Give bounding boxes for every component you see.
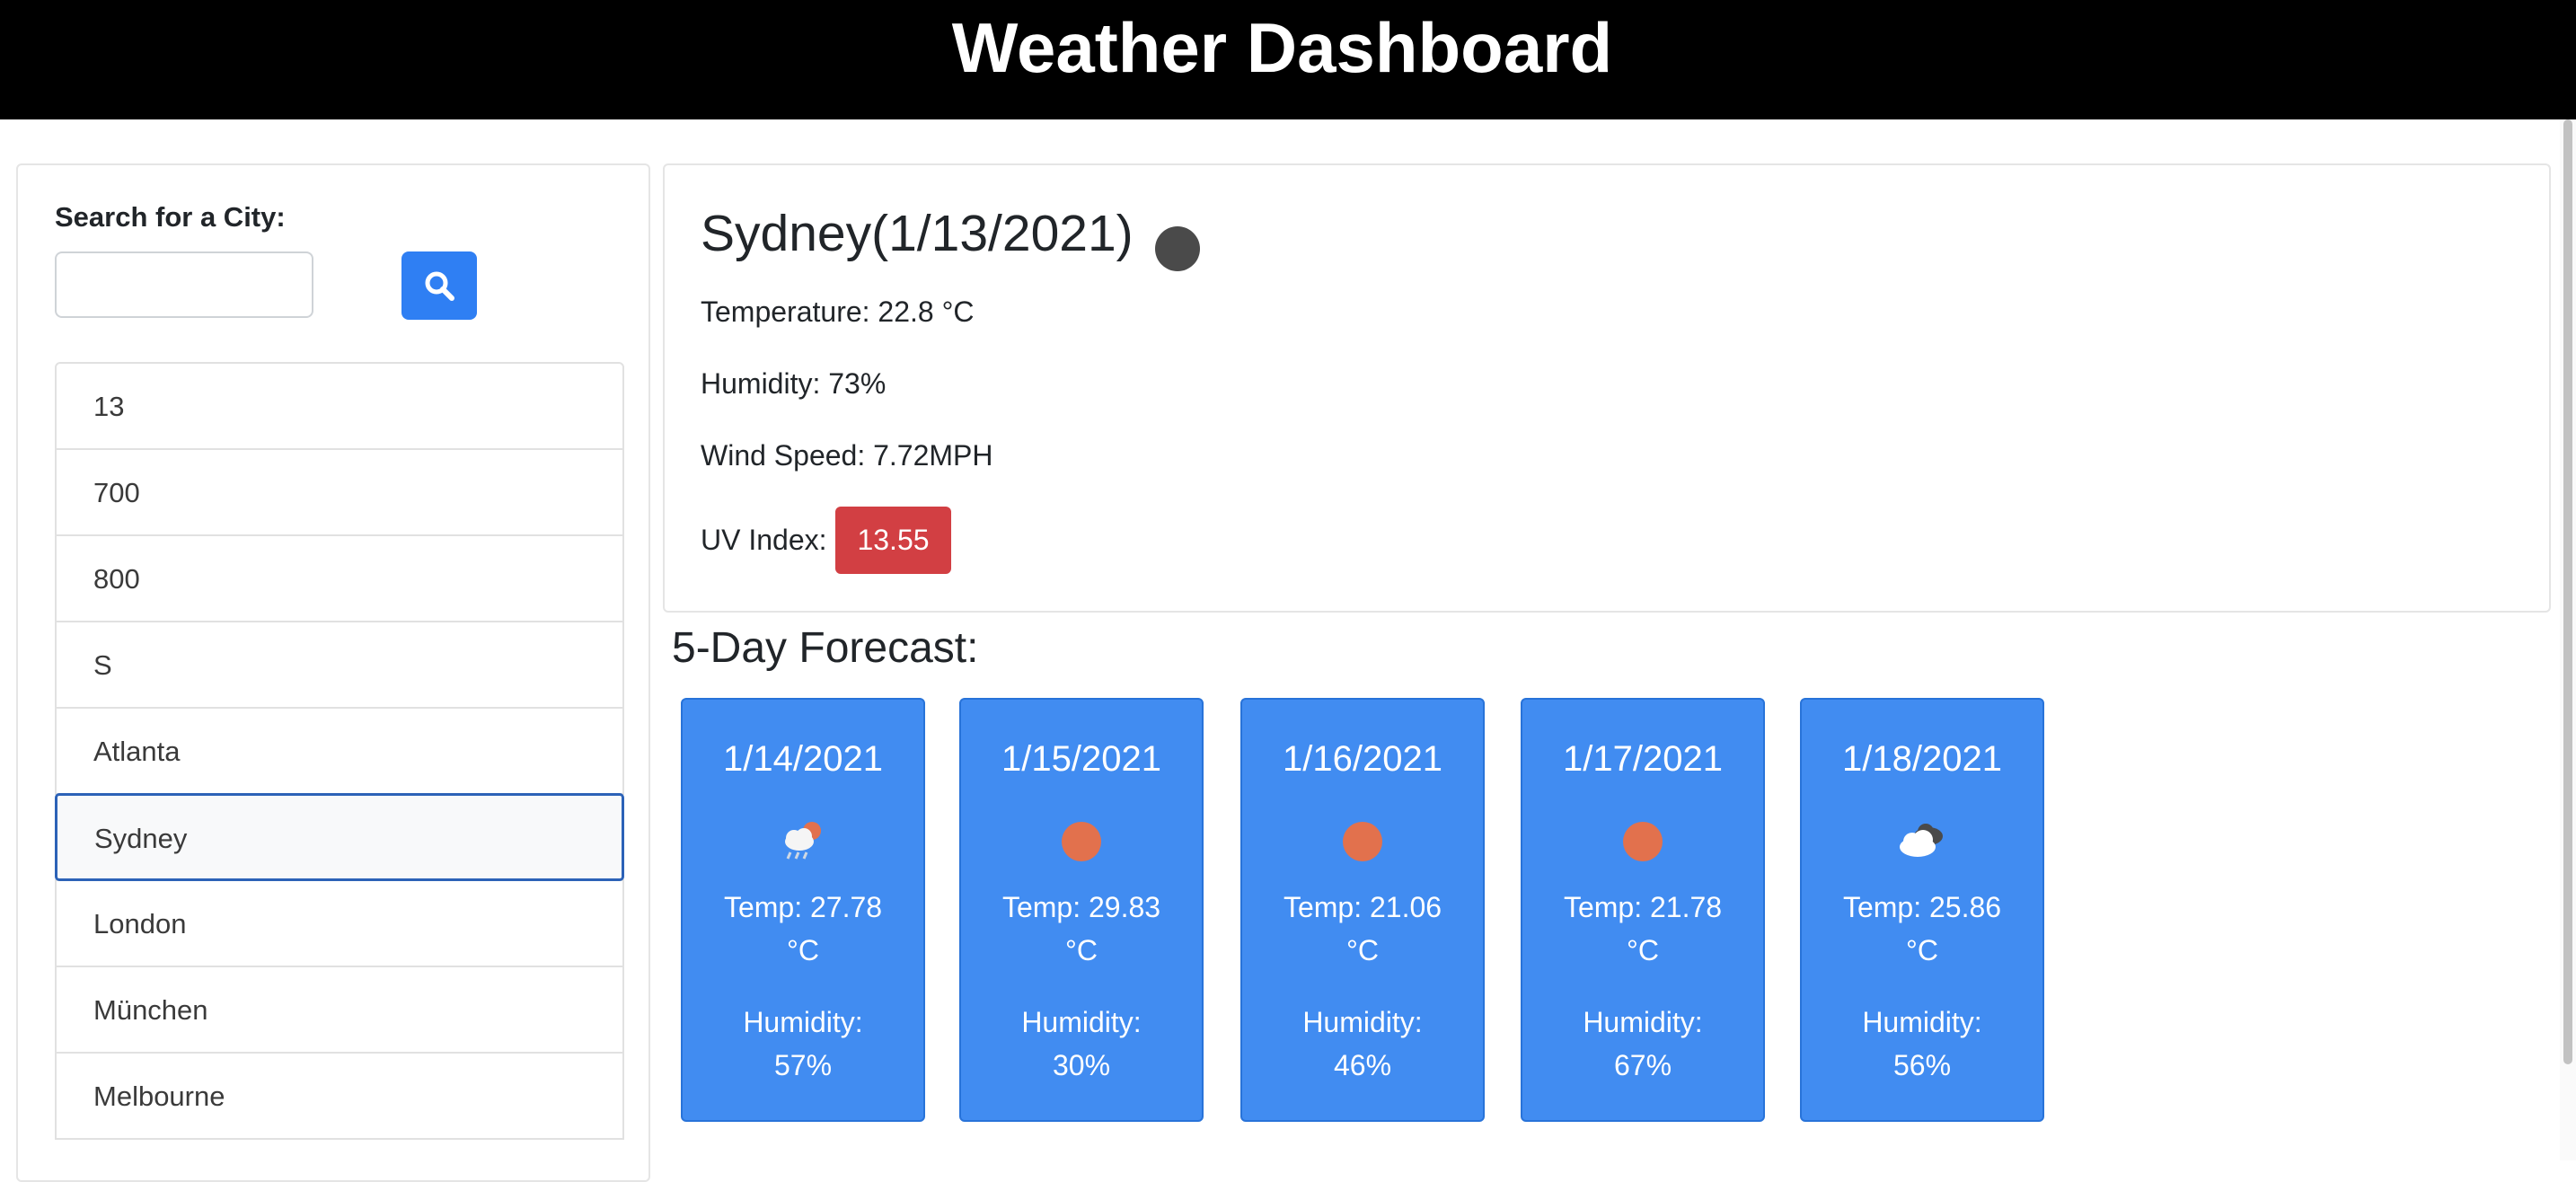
forecast-humidity-label: Humidity: xyxy=(1021,1006,1142,1038)
history-item-label: Sydney xyxy=(94,823,188,854)
forecast-humidity-label: Humidity: xyxy=(743,1006,863,1038)
history-item-label: München xyxy=(93,994,208,1026)
history-item-label: London xyxy=(93,908,187,939)
forecast-temp-value: Temp: 27.78 xyxy=(723,891,883,923)
history-item[interactable]: S xyxy=(55,621,624,709)
forecast-humidity-label: Humidity: xyxy=(1583,1006,1703,1038)
rain-sun-icon xyxy=(785,822,821,860)
forecast-humidity-label: Humidity: xyxy=(1862,1006,1982,1038)
page-title: Weather Dashboard xyxy=(951,8,1613,87)
history-item[interactable]: 700 xyxy=(55,448,624,536)
header-bar: Weather Dashboard xyxy=(0,0,2576,119)
history-item[interactable]: Melbourne xyxy=(55,1052,624,1140)
forecast-humidity: Humidity: 30% xyxy=(961,1001,1202,1087)
forecast-temp-unit: °C xyxy=(787,934,819,966)
forecast-temp-unit: °C xyxy=(1346,934,1379,966)
history-item-label: 800 xyxy=(93,563,140,595)
forecast-temp-unit: °C xyxy=(1627,934,1659,966)
scrollbar-thumb[interactable] xyxy=(2563,119,2572,1064)
sun-icon xyxy=(1062,822,1101,861)
forecast-humidity-value: 46% xyxy=(1333,1049,1392,1081)
search-history-list: 13 700 800 S Atlanta Sydney London Münch… xyxy=(55,362,624,1140)
forecast-card: 1/16/2021 Temp: 21.06 °C Humidity: 46% xyxy=(1240,698,1485,1122)
forecast-card: 1/15/2021 Temp: 29.83 °C Humidity: 30% xyxy=(959,698,1204,1122)
uv-index-badge: 13.55 xyxy=(835,507,951,574)
wind-speed-text: Wind Speed: 7.72MPH xyxy=(701,439,993,472)
forecast-temp-value: Temp: 29.83 xyxy=(1001,891,1161,923)
forecast-humidity-value: 56% xyxy=(1892,1049,1952,1081)
history-item-label: 13 xyxy=(93,391,125,422)
sun-icon xyxy=(1343,822,1382,861)
forecast-temp-unit: °C xyxy=(1065,934,1098,966)
history-item[interactable]: München xyxy=(55,966,624,1054)
forecast-humidity-label: Humidity: xyxy=(1302,1006,1423,1038)
forecast-date: 1/17/2021 xyxy=(1563,739,1723,779)
history-item-selected[interactable]: Sydney xyxy=(55,793,624,881)
forecast-humidity-value: 30% xyxy=(1052,1049,1111,1081)
history-item[interactable]: 800 xyxy=(55,534,624,622)
forecast-temp: Temp: 21.06 °C xyxy=(1242,886,1483,972)
forecast-temp: Temp: 27.78 °C xyxy=(683,886,923,972)
forecast-humidity: Humidity: 57% xyxy=(683,1001,923,1087)
history-item-label: 700 xyxy=(93,477,140,508)
sun-icon xyxy=(1623,822,1663,861)
forecast-heading: 5-Day Forecast: xyxy=(672,624,979,672)
humidity-text: Humidity: 73% xyxy=(701,367,887,400)
forecast-card: 1/17/2021 Temp: 21.78 °C Humidity: 67% xyxy=(1521,698,1765,1122)
search-icon xyxy=(425,271,454,301)
forecast-card: 1/14/2021 Temp: 27.78 °C Humidity: 57% xyxy=(681,698,925,1122)
uv-index-label: UV Index: xyxy=(701,524,827,556)
history-item-label: S xyxy=(93,649,112,681)
forecast-humidity: Humidity: 67% xyxy=(1522,1001,1763,1087)
forecast-date: 1/15/2021 xyxy=(1001,739,1161,779)
forecast-temp: Temp: 29.83 °C xyxy=(961,886,1202,972)
history-item[interactable]: 13 xyxy=(55,362,624,450)
clear-night-icon xyxy=(1155,226,1200,271)
forecast-date: 1/14/2021 xyxy=(723,739,883,779)
temperature-text: Temperature: 22.8 °C xyxy=(701,296,975,328)
forecast-card: 1/18/2021 Temp: 25.86 °C Humidity: 56% xyxy=(1800,698,2044,1122)
forecast-temp: Temp: 21.78 °C xyxy=(1522,886,1763,972)
forecast-humidity-value: 57% xyxy=(773,1049,833,1081)
current-city-heading: Sydney(1/13/2021) xyxy=(701,205,1134,262)
forecast-date: 1/18/2021 xyxy=(1842,739,2002,779)
clouds-icon xyxy=(1900,824,1943,857)
page-scrollbar[interactable] xyxy=(2560,119,2576,1160)
forecast-humidity: Humidity: 56% xyxy=(1802,1001,2042,1087)
forecast-temp: Temp: 25.86 °C xyxy=(1802,886,2042,972)
history-item[interactable]: Atlanta xyxy=(55,707,624,795)
history-item[interactable]: London xyxy=(55,879,624,967)
forecast-date: 1/16/2021 xyxy=(1283,739,1442,779)
search-panel: Search for a City: 13 700 800 S Atlanta … xyxy=(16,163,650,1182)
forecast-temp-unit: °C xyxy=(1906,934,1938,966)
search-label: Search for a City: xyxy=(55,201,286,233)
history-item-label: Melbourne xyxy=(93,1081,225,1112)
history-item-label: Atlanta xyxy=(93,736,181,767)
search-input[interactable] xyxy=(55,251,313,318)
forecast-temp-value: Temp: 25.86 xyxy=(1842,891,2002,923)
forecast-temp-value: Temp: 21.06 xyxy=(1283,891,1442,923)
current-weather-panel: Sydney(1/13/2021) Temperature: 22.8 °C H… xyxy=(663,163,2551,613)
search-button[interactable] xyxy=(401,251,477,320)
forecast-humidity: Humidity: 46% xyxy=(1242,1001,1483,1087)
forecast-humidity-value: 67% xyxy=(1613,1049,1672,1081)
forecast-temp-value: Temp: 21.78 xyxy=(1563,891,1723,923)
